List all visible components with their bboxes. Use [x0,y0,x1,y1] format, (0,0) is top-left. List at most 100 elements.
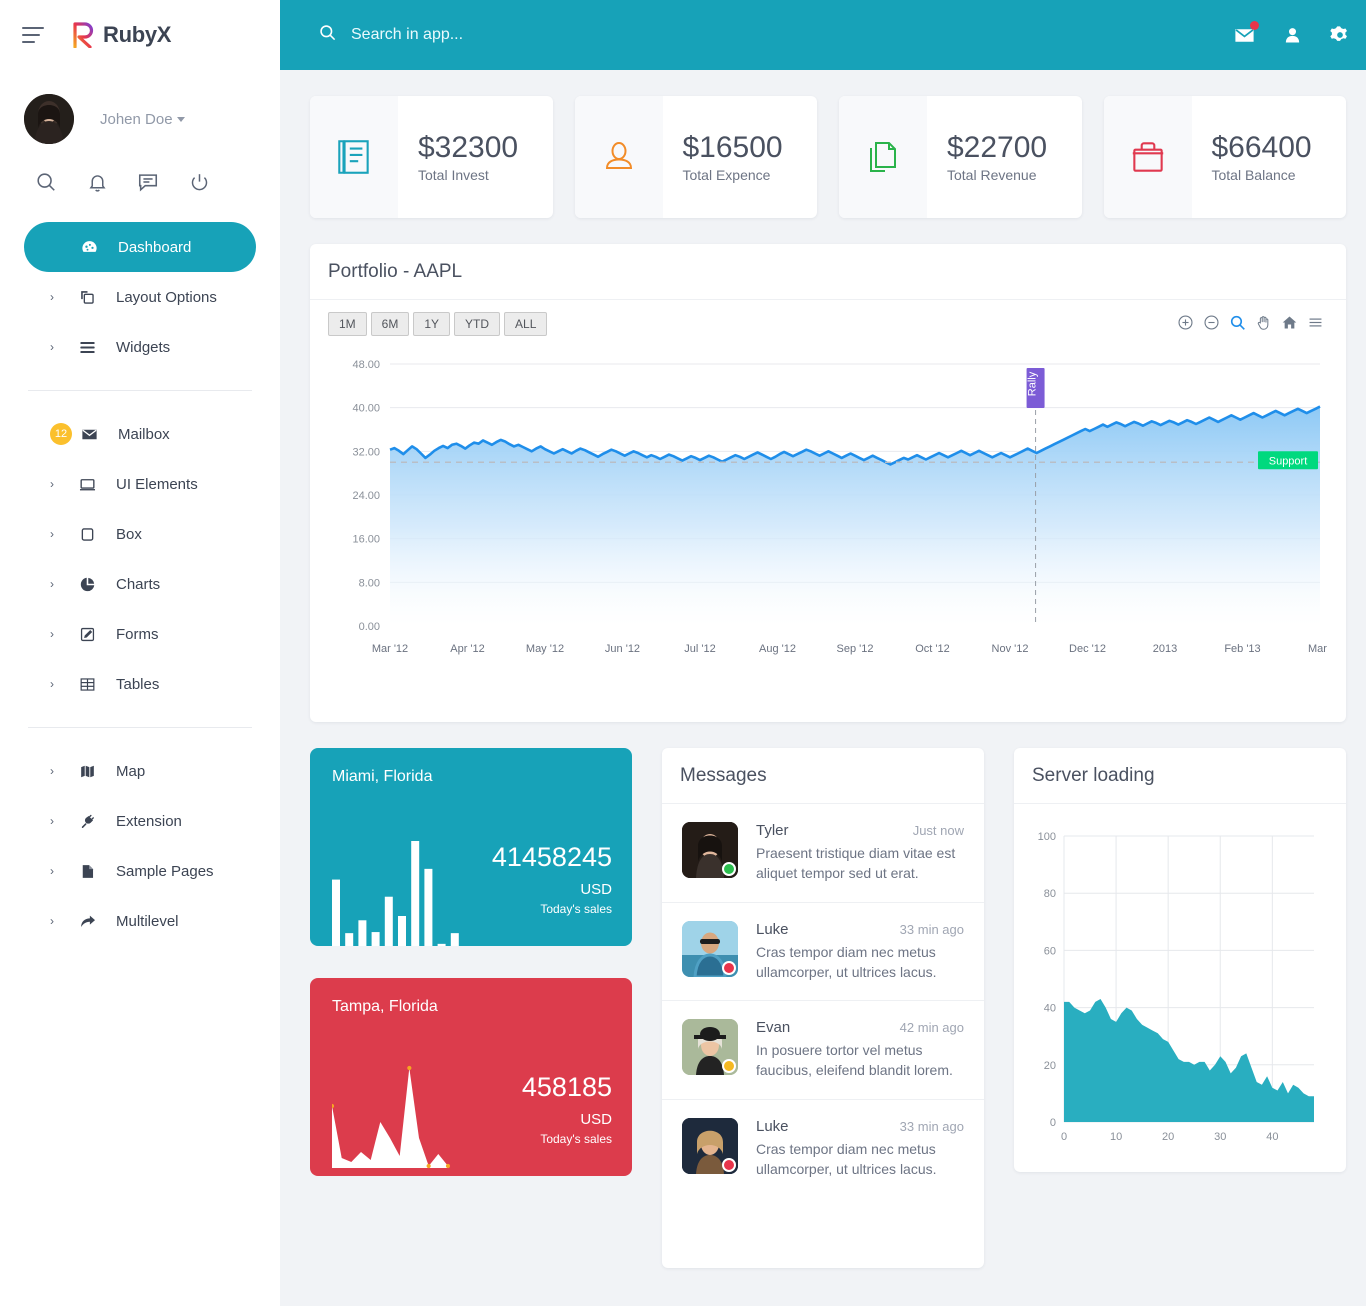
sidebar-item-ui-elements[interactable]: › UI Elements [24,459,256,509]
profile-name: Johen Doe [100,110,173,128]
home-reset-icon[interactable] [1281,314,1298,331]
gear-icon[interactable] [1328,23,1352,47]
brand-row: RubyX [0,0,280,70]
sales-figures: 41458245 USD Today's sales [492,843,612,916]
server-loading-chart[interactable]: 0 20 40 60 80 100 0 10 20 30 40 [1024,822,1324,1162]
message-sender: Luke [756,1117,789,1135]
sidebar-item-multilevel[interactable]: › Multilevel [24,896,256,946]
avatar [24,94,74,144]
range-button-all[interactable]: ALL [504,312,548,336]
brand[interactable]: RubyX [72,22,171,48]
svg-text:16.00: 16.00 [352,534,380,546]
sales-subtitle: Today's sales [540,1132,612,1146]
bell-icon[interactable] [85,170,109,194]
stat-value: $66400 [1211,130,1312,164]
search-input[interactable] [351,26,751,44]
avatar [682,822,738,878]
chevron-right-icon: › [50,477,54,491]
brand-name: RubyX [103,22,172,47]
sidebar-item-mailbox[interactable]: 12 Mailbox [24,409,256,459]
envelope-icon[interactable] [1232,21,1259,47]
svg-text:30: 30 [1214,1131,1226,1143]
list-item[interactable]: Evan 42 min ago In posuere tortor vel me… [662,1001,984,1100]
sidebar-item-widgets[interactable]: › Widgets [24,322,256,372]
sidebar-item-forms[interactable]: › Forms [24,609,256,659]
profile-name-wrap[interactable]: Johen Doe [100,111,185,128]
stat-body: $32300 Total Invest [398,96,518,218]
sales-card-tampa[interactable]: Tampa, Florida 458185 USD Today's sales [310,978,632,1176]
sidebar-separator [28,390,252,391]
svg-text:40: 40 [1266,1131,1278,1143]
status-badge [722,862,736,876]
widgets-icon [74,338,100,357]
sidebar-item-tables[interactable]: › Tables [24,659,256,709]
messages-header: Messages [662,748,984,804]
svg-text:Feb '13: Feb '13 [1224,643,1260,655]
sidebar-item-box[interactable]: › Box [24,509,256,559]
notification-badge [1250,21,1259,30]
stat-card-total-invest[interactable]: $32300 Total Invest [310,96,553,218]
profile[interactable]: Johen Doe [0,70,280,144]
selection-zoom-icon[interactable] [1229,314,1246,331]
range-button-6m[interactable]: 6M [370,312,410,336]
stat-card-total-revenue[interactable]: $22700 Total Revenue [839,96,1082,218]
list-item[interactable]: Tyler Just now Praesent tristique diam v… [662,804,984,903]
sidebar: RubyX Johen Doe Dashboard › Layout Optio… [0,0,280,1306]
message-body: Tyler Just now Praesent tristique diam v… [756,822,964,884]
stat-card-total-expence[interactable]: $16500 Total Expence [574,96,817,218]
svg-text:Apr '12: Apr '12 [450,643,485,655]
sales-city: Tampa, Florida [332,998,438,1015]
message-sender: Luke [756,920,789,938]
sidebar-item-dashboard[interactable]: Dashboard [24,222,256,272]
search-icon [318,23,337,47]
svg-text:Dec '12: Dec '12 [1069,643,1106,655]
svg-text:0.00: 0.00 [359,621,380,633]
svg-text:10: 10 [1110,1131,1122,1143]
chat-icon[interactable] [136,170,160,194]
messages-column: Messages Tyler Just now Praesent tristiq… [662,748,984,1268]
stat-card-total-balance[interactable]: $66400 Total Balance [1103,96,1346,218]
message-body: Luke 33 min ago Cras tempor diam nec met… [756,1118,964,1180]
range-button-1y[interactable]: 1Y [413,312,451,336]
user-icon[interactable] [1280,23,1304,47]
stat-label: Total Invest [418,167,489,184]
list-item[interactable]: Luke 33 min ago Cras tempor diam nec met… [662,1100,984,1198]
range-button-ytd[interactable]: YTD [454,312,501,336]
svg-text:Jul '12: Jul '12 [684,643,715,655]
zoom-out-icon[interactable] [1203,314,1220,331]
stat-cards: $32300 Total Invest $16500 Total Expence [310,96,1346,218]
svg-text:Oct '12: Oct '12 [915,643,950,655]
svg-text:Mar '12: Mar '12 [372,643,408,655]
search-icon[interactable] [34,170,58,194]
range-button-1m[interactable]: 1M [328,312,367,336]
message-sender: Evan [756,1019,791,1037]
chevron-down-icon [176,117,185,123]
stat-body: $66400 Total Balance [1192,96,1312,218]
sidebar-item-sample-pages[interactable]: › Sample Pages [24,846,256,896]
layers-icon [74,288,100,307]
svg-text:80: 80 [1044,888,1056,900]
list-item[interactable]: Luke 33 min ago Cras tempor diam nec met… [662,903,984,1002]
sidebar-item-map[interactable]: › Map [24,746,256,796]
chevron-right-icon: › [50,864,54,878]
sidebar-item-label: Mailbox [118,425,170,443]
search-box[interactable] [318,23,1232,47]
portfolio-header: Portfolio - AAPL [310,244,1346,300]
sidebar-item-layout-options[interactable]: › Layout Options [24,272,256,322]
sales-card-miami[interactable]: Miami, Florida 41458245 USD Today's sale… [310,748,632,946]
sidebar-item-extension[interactable]: › Extension [24,796,256,846]
invoice-icon [310,96,398,218]
pan-icon[interactable] [1255,314,1272,331]
message-sender: Tyler [756,822,789,839]
hamburger-icon[interactable] [22,27,44,43]
power-icon[interactable] [187,170,211,194]
sidebar-item-label: Charts [116,575,161,593]
menu-icon[interactable] [1307,314,1324,331]
sidebar-item-charts[interactable]: › Charts [24,559,256,609]
zoom-in-icon[interactable] [1177,314,1194,331]
chevron-right-icon: › [50,814,54,828]
sidebar-item-label: Layout Options [116,288,217,306]
portfolio-chart[interactable]: 0.00 8.00 16.00 24.00 32.00 40.00 48.00 Suppor… [328,354,1332,684]
box-icon [74,525,100,544]
topbar [280,0,1366,70]
